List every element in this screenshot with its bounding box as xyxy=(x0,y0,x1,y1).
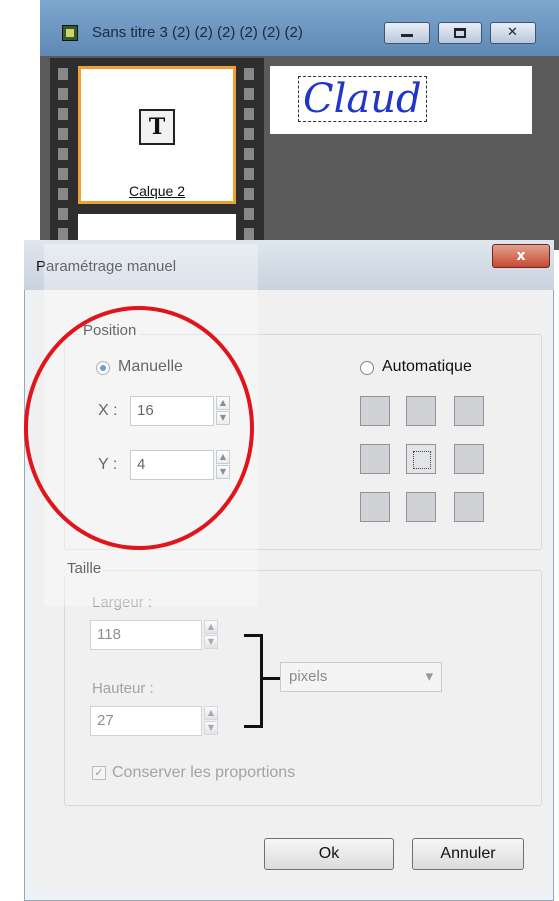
height-field[interactable]: 27 xyxy=(90,706,202,736)
minimize-icon xyxy=(401,34,413,37)
text-preview: Claud xyxy=(270,66,532,134)
width-stepper[interactable]: ▲ ▼ xyxy=(204,620,218,650)
anchor-bottom-left[interactable] xyxy=(360,492,390,522)
keep-ratio-checkbox[interactable]: ✓ xyxy=(92,766,106,780)
auto-radio-label: Automatique xyxy=(382,358,472,375)
highlight-ellipse xyxy=(24,306,254,550)
keep-ratio-label: Conserver les proportions xyxy=(112,764,296,781)
film-window-title: Sans titre 3 (2) (2) (2) (2) (2) (2) xyxy=(92,24,303,41)
dialog-close-button[interactable]: x xyxy=(492,244,550,268)
film-window-titlebar: Sans titre 3 (2) (2) (2) (2) (2) (2) ✕ xyxy=(40,0,559,56)
link-bracket xyxy=(244,634,263,728)
height-label: Hauteur : xyxy=(92,680,154,697)
window-close-button[interactable]: ✕ xyxy=(490,22,536,44)
anchor-center[interactable] xyxy=(406,444,436,474)
ok-button[interactable]: Ok xyxy=(264,838,394,870)
auto-radio[interactable] xyxy=(360,361,374,375)
anchor-bottom-right[interactable] xyxy=(454,492,484,522)
cancel-button[interactable]: Annuler xyxy=(412,838,524,870)
preview-text: Claud xyxy=(298,76,427,122)
anchor-middle-left[interactable] xyxy=(360,444,390,474)
spin-up-icon[interactable]: ▲ xyxy=(204,620,218,634)
link-bracket-stem xyxy=(260,677,280,680)
anchor-top-center[interactable] xyxy=(406,396,436,426)
spin-up-icon[interactable]: ▲ xyxy=(204,706,218,720)
check-icon: ✓ xyxy=(94,766,104,779)
chevron-down-icon: ▾ xyxy=(425,668,433,685)
layer-name: Calque 2 xyxy=(128,183,186,199)
anchor-top-right[interactable] xyxy=(454,396,484,426)
spin-down-icon[interactable]: ▼ xyxy=(204,721,218,735)
width-field[interactable]: 118 xyxy=(90,620,202,650)
close-icon: x xyxy=(516,248,526,264)
maximize-button[interactable] xyxy=(438,22,482,44)
anchor-top-left[interactable] xyxy=(360,396,390,426)
maximize-icon xyxy=(454,28,466,38)
spin-down-icon[interactable]: ▼ xyxy=(204,635,218,649)
text-layer-icon: T xyxy=(139,109,175,145)
close-icon: ✕ xyxy=(507,25,518,40)
unit-select[interactable]: pixels ▾ xyxy=(280,662,442,692)
anchor-bottom-center[interactable] xyxy=(406,492,436,522)
layer-thumbnail[interactable]: T Calque 2 xyxy=(78,66,236,204)
anchor-middle-right[interactable] xyxy=(454,444,484,474)
unit-select-value: pixels xyxy=(289,668,328,685)
film-icon xyxy=(62,25,78,41)
height-stepper[interactable]: ▲ ▼ xyxy=(204,706,218,736)
minimize-button[interactable] xyxy=(384,22,430,44)
